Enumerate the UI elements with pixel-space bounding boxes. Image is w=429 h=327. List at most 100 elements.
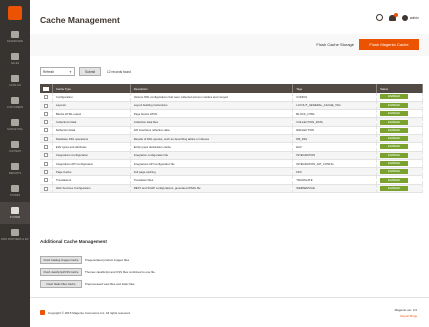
store-icon xyxy=(11,185,19,192)
row-checkbox[interactable] xyxy=(40,142,53,152)
sidebar-item-marketing[interactable]: MARKETING xyxy=(0,114,30,136)
flush-additional-cache-button[interactable]: Flush Static Files Cache xyxy=(40,280,82,288)
row-checkbox[interactable] xyxy=(40,93,53,102)
user-menu[interactable]: admin xyxy=(401,14,419,21)
flush-cache-storage-button[interactable]: Flush Cache Storage xyxy=(314,40,356,49)
megaphone-icon xyxy=(11,119,19,126)
sidebar-item-label: SALES xyxy=(10,62,20,65)
sidebar-item-find-partners-extensions[interactable]: FIND PARTNERS & EXTENSIONS xyxy=(0,224,30,246)
additional-cache-row: Flush JavaScript/CSS Cache Themes JavaScr… xyxy=(40,268,156,276)
sidebar-item-label: CUSTOMERS xyxy=(6,106,24,109)
column-header-status[interactable]: Status xyxy=(376,84,423,93)
sidebar-item-dashboard[interactable]: DASHBOARD xyxy=(0,26,30,48)
status-badge: ENABLED xyxy=(380,144,409,150)
cell-cache-type: Web Services Configuration xyxy=(52,184,131,194)
cell-description: Results of DDL queries, such as describi… xyxy=(130,134,294,144)
checkbox-icon xyxy=(44,128,48,133)
cell-cache-type: Reflection Data xyxy=(52,126,131,136)
table-row: Reflection Data API interfaces reflection… xyxy=(40,126,423,136)
additional-cache-title: Additional Cache Management xyxy=(40,239,107,244)
table-row: Database DDL operations Results of DDL qu… xyxy=(40,134,423,144)
row-checkbox[interactable] xyxy=(40,126,53,136)
sidebar-item-label: MARKETING xyxy=(7,128,23,131)
column-header-tags[interactable]: Tags xyxy=(292,84,378,93)
cell-cache-type: Translations xyxy=(52,175,131,185)
cell-description: Integration configuration file xyxy=(130,151,294,160)
column-header-description[interactable]: Description xyxy=(130,84,294,93)
sidebar-item-catalog[interactable]: CATALOG xyxy=(0,70,30,92)
header-tools: admin xyxy=(375,12,419,21)
cell-status: ENABLED xyxy=(376,184,423,194)
cell-description: Collection data files xyxy=(130,117,294,127)
flush-additional-cache-button[interactable]: Flush JavaScript/CSS Cache xyxy=(40,268,82,276)
page-actions-bar: Flush Cache Storage Flush Magento Cache xyxy=(30,34,429,56)
checkbox-icon xyxy=(44,186,48,191)
row-checkbox[interactable] xyxy=(40,151,53,160)
cell-tags: DB_DDL xyxy=(292,134,378,144)
cell-description: Layout building instructions xyxy=(130,101,294,111)
copyright: Copyright © 2015 Magento Commerce Inc. A… xyxy=(40,310,131,315)
row-checkbox[interactable] xyxy=(40,159,53,169)
report-bugs-link[interactable]: Report Bugs xyxy=(400,314,417,318)
checkbox-icon xyxy=(44,103,48,108)
cell-tags: CONFIG xyxy=(292,93,378,102)
sidebar-item-stores[interactable]: STORES xyxy=(0,180,30,202)
status-badge: ENABLED xyxy=(380,152,409,158)
table-row: Integrations Configuration Integration co… xyxy=(40,151,423,160)
checkbox-icon xyxy=(44,169,48,174)
cell-description: REST and SOAP configurations, generated … xyxy=(130,184,294,194)
cell-tags: INTEGRATION_API_CONFIG xyxy=(292,159,378,169)
sidebar-item-label: REPORTS xyxy=(8,172,22,175)
table-row: Configuration Various XML configurations … xyxy=(40,93,423,102)
cache-types-grid: Cache Type Description Tags Status Confi… xyxy=(40,84,423,194)
page-footer: Copyright © 2015 Magento Commerce Inc. A… xyxy=(30,297,429,327)
row-checkbox[interactable] xyxy=(40,101,53,111)
flush-magento-cache-button[interactable]: Flush Magento Cache xyxy=(359,39,419,50)
user-icon xyxy=(401,14,408,21)
mass-action-toolbar: Refresh ▼ Submit 12 records found xyxy=(40,67,131,76)
notifications-bell-icon[interactable] xyxy=(388,12,398,21)
users-icon xyxy=(11,97,19,104)
cell-cache-type: Collections Data xyxy=(52,117,131,127)
row-checkbox[interactable] xyxy=(40,109,53,119)
cell-status: ENABLED xyxy=(376,134,423,144)
checkbox-icon xyxy=(44,136,48,141)
row-checkbox[interactable] xyxy=(40,175,53,185)
cell-tags: COLLECTION_DATA xyxy=(292,117,378,127)
column-header-cache-type[interactable]: Cache Type xyxy=(52,84,131,93)
mass-select-icon xyxy=(43,86,49,91)
cell-tags: TRANSLATE xyxy=(292,175,378,185)
cell-status: ENABLED xyxy=(376,167,423,177)
sidebar-item-label: CATALOG xyxy=(8,84,21,87)
select-all-checkbox[interactable] xyxy=(40,84,53,93)
submit-button[interactable]: Submit xyxy=(79,67,101,76)
records-found-count: 12 records found xyxy=(107,69,131,74)
row-checkbox[interactable] xyxy=(40,184,53,194)
status-badge: ENABLED xyxy=(380,94,409,100)
user-name: admin xyxy=(409,15,419,20)
table-row: Translations Translation files TRANSLATE EN… xyxy=(40,175,423,185)
row-checkbox[interactable] xyxy=(40,117,53,127)
sidebar-item-sales[interactable]: SALES xyxy=(0,48,30,70)
magento-logo[interactable] xyxy=(0,0,30,26)
sidebar-item-reports[interactable]: REPORTS xyxy=(0,158,30,180)
flush-additional-cache-button[interactable]: Flush Catalog Images Cache xyxy=(40,256,82,264)
sidebar-item-customers[interactable]: CUSTOMERS xyxy=(0,92,30,114)
row-checkbox[interactable] xyxy=(40,167,53,177)
status-badge: ENABLED xyxy=(380,161,409,167)
search-icon[interactable] xyxy=(375,14,383,21)
table-row: Page Cache Full page caching FPC ENABLED xyxy=(40,167,423,177)
sidebar-item-content[interactable]: CONTENT xyxy=(0,136,30,158)
row-checkbox[interactable] xyxy=(40,134,53,144)
sidebar-item-system[interactable]: SYSTEM xyxy=(0,202,30,224)
table-row: Integrations API Configuration Integratio… xyxy=(40,159,423,169)
gear-icon xyxy=(11,207,19,214)
sidebar-item-label: FIND PARTNERS & EXTENSIONS xyxy=(1,238,29,241)
checkbox-icon xyxy=(44,153,48,158)
cell-cache-type: Integrations Configuration xyxy=(52,151,131,160)
cell-status: ENABLED xyxy=(376,159,423,169)
status-badge: ENABLED xyxy=(380,111,409,117)
cell-tags: FPC xyxy=(292,167,378,177)
mass-action-select[interactable]: Refresh ▼ xyxy=(40,67,75,76)
status-badge: ENABLED xyxy=(380,127,409,133)
